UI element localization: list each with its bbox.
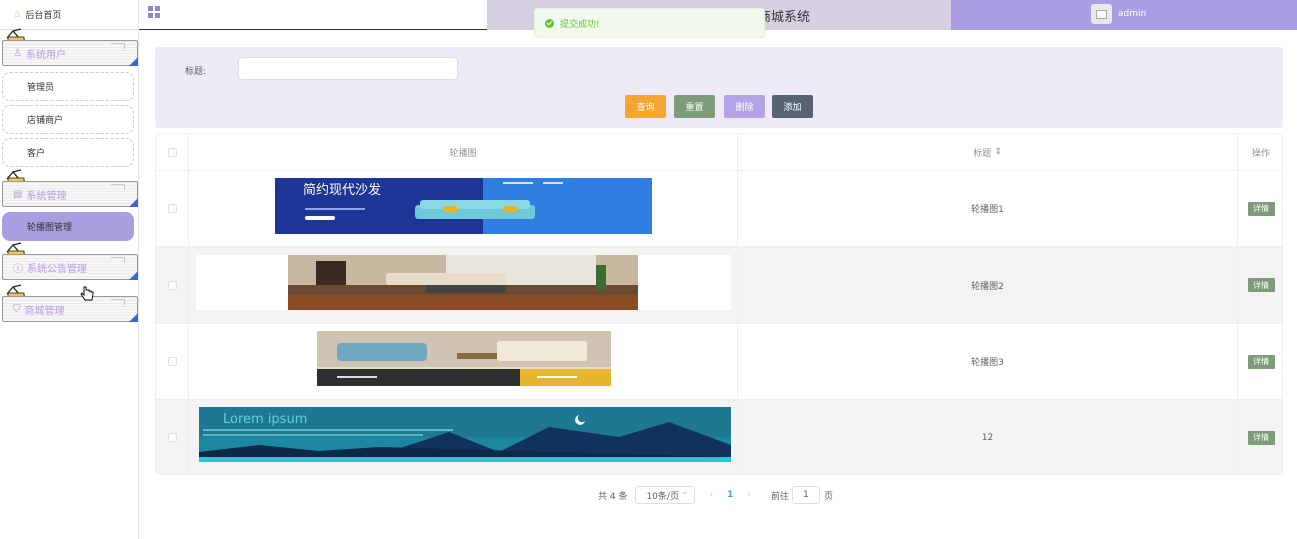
sidebar-item-label: 管理员 [27, 83, 55, 93]
column-header-action: 操作 [1251, 148, 1270, 159]
carousel-table: 轮播图 标题 ⇕ 操作 简约现代沙发 轮播图1 详情 轮播图2 详情 轮播图3 … [155, 133, 1283, 475]
sidebar-group-label: 系统用户 [25, 49, 66, 61]
query-button[interactable]: 查询 [625, 95, 666, 118]
select-all-checkbox[interactable] [167, 147, 177, 157]
group-corner [129, 271, 138, 280]
sidebar: ⌂ 后台首页 ♙ 系统用户 管理员 店铺商户 客户 ▤ 系统管理 轮播图管理 ⓘ… [0, 0, 139, 539]
group-decoration [111, 299, 125, 305]
hand-cursor-icon [80, 286, 94, 301]
pagination: 共 4 条 10条/页 ‹ 1 › 前往 1 页 [598, 485, 833, 505]
sidebar-group-system-management[interactable]: ▤ 系统管理 [2, 181, 138, 207]
carousel-image-cell: 简约现代沙发 [189, 171, 738, 246]
carousel-image-cell [189, 324, 738, 399]
goto-label: 前往 [770, 491, 789, 502]
furniture-banner-image [317, 331, 611, 386]
group-corner [129, 313, 138, 322]
sidebar-group-mall[interactable]: ⛉ 商城管理 [2, 296, 138, 322]
row-title: 轮播图3 [971, 358, 1004, 368]
row-title: 12 [981, 432, 994, 443]
detail-button[interactable]: 详情 [1247, 278, 1275, 292]
sidebar-item-customer[interactable]: 客户 [2, 138, 134, 167]
table-row: 轮播图2 详情 [156, 247, 1282, 324]
detail-button[interactable]: 详情 [1247, 430, 1275, 445]
mountain-banner-image: Lorem ipsum [199, 407, 731, 462]
group-corner [129, 57, 138, 66]
check-circle-icon [545, 18, 554, 28]
avatar-icon[interactable] [1091, 4, 1112, 24]
sidebar-group-announcements[interactable]: ⓘ 系统公告管理 [2, 254, 138, 280]
page-size-select[interactable]: 10条/页 [635, 486, 696, 504]
reset-button[interactable]: 重置 [674, 95, 715, 118]
row-checkbox[interactable] [167, 433, 177, 442]
table-row: 轮播图3 详情 [156, 324, 1282, 400]
delete-button[interactable]: 删除 [724, 95, 765, 118]
sidebar-group-system-users[interactable]: ♙ 系统用户 [2, 40, 138, 66]
goto-suffix: 页 [823, 491, 833, 502]
search-panel: 标题: 查询 重置 删除 添加 [155, 47, 1283, 128]
column-header-title-sortable[interactable]: 标题 ⇕ [738, 134, 1238, 170]
sidebar-item-admin[interactable]: 管理员 [2, 72, 134, 101]
document-icon: ▤ [13, 188, 23, 200]
sidebar-item-label: 后台首页 [25, 11, 62, 21]
row-checkbox[interactable] [167, 280, 177, 290]
living-room-banner-image [196, 255, 731, 310]
menu-toggle-icon[interactable] [148, 6, 160, 18]
home-icon: ⌂ [14, 9, 21, 20]
banner-heading: Lorem ipsum [223, 412, 307, 427]
row-title: 轮播图2 [971, 281, 1004, 292]
sidebar-item-merchant[interactable]: 店铺商户 [2, 105, 134, 134]
table-header-row: 轮播图 标题 ⇕ 操作 [156, 134, 1282, 171]
group-corner [129, 198, 138, 207]
cart-icon: ⛉ [13, 303, 21, 315]
sidebar-item-label: 客户 [27, 149, 46, 159]
prev-page-icon[interactable]: ‹ [709, 490, 713, 500]
sidebar-item-label: 店铺商户 [27, 116, 64, 126]
info-icon: ⓘ [13, 263, 23, 275]
group-decoration [111, 184, 125, 190]
sidebar-group-label: 商城管理 [24, 305, 65, 317]
goto-page-input[interactable]: 1 [791, 486, 820, 504]
sidebar-item-carousel[interactable]: 轮播图管理 [2, 212, 134, 241]
success-toast: 提交成功! [534, 8, 765, 38]
sidebar-item-home[interactable]: ⌂ 后台首页 [0, 0, 138, 30]
banner-heading: 简约现代沙发 [303, 182, 381, 198]
sort-icon[interactable]: ⇕ [994, 147, 1002, 157]
column-header-title: 标题 [973, 148, 992, 159]
row-checkbox[interactable] [167, 357, 177, 366]
add-button[interactable]: 添加 [772, 95, 813, 118]
title-label: 标题: [185, 67, 207, 77]
username[interactable]: admin [1118, 9, 1146, 19]
carousel-image-cell: Lorem ipsum [189, 400, 738, 474]
table-row: Lorem ipsum 12 详情 [156, 400, 1282, 474]
group-decoration [111, 43, 125, 49]
user-icon: ♙ [13, 47, 22, 59]
sidebar-item-label: 轮播图管理 [27, 223, 73, 233]
total-count: 共 4 条 [598, 491, 628, 502]
row-title: 轮播图1 [971, 205, 1004, 215]
current-page[interactable]: 1 [727, 490, 733, 500]
detail-button[interactable]: 详情 [1247, 201, 1275, 216]
sofa-banner-image: 简约现代沙发 [275, 178, 652, 234]
table-row: 简约现代沙发 轮播图1 详情 [156, 171, 1282, 247]
next-page-icon[interactable]: › [747, 490, 751, 500]
toast-message: 提交成功! [560, 19, 600, 30]
detail-button[interactable]: 详情 [1247, 354, 1275, 369]
carousel-image-cell [189, 247, 738, 323]
sidebar-group-label: 系统公告管理 [27, 263, 87, 275]
row-checkbox[interactable] [167, 204, 177, 213]
user-area[interactable]: admin [951, 0, 1297, 30]
sidebar-group-label: 系统管理 [26, 190, 67, 202]
column-header-image: 轮播图 [449, 148, 477, 159]
group-decoration [111, 257, 125, 263]
title-search-input[interactable] [238, 57, 458, 80]
